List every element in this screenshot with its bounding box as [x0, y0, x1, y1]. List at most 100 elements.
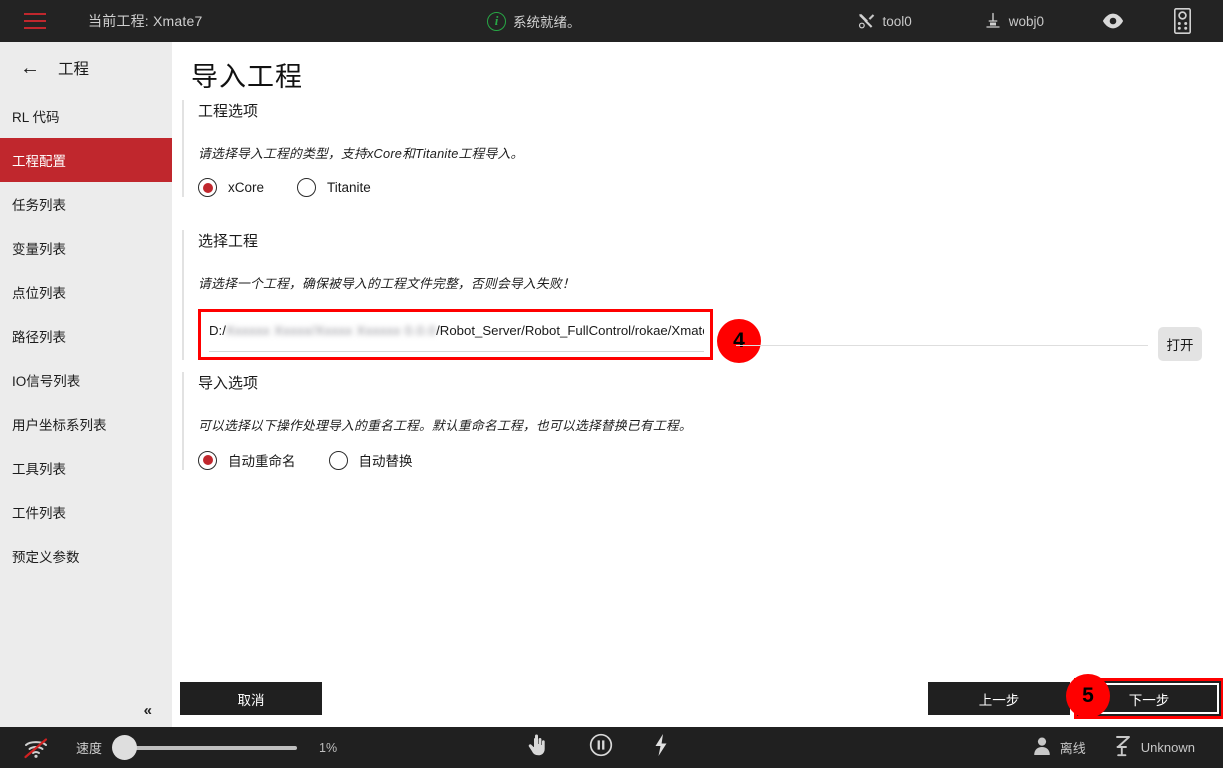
speed-label: 速度	[76, 741, 103, 756]
info-circle-icon: i	[487, 11, 506, 31]
annotation-badge-4: 4	[717, 319, 761, 363]
sidebar-item-label: 路径列表	[12, 330, 66, 345]
radio-label: 自动替换	[358, 454, 413, 469]
pause-button[interactable]	[589, 733, 613, 762]
sidebar-item-predefined-params[interactable]: 预定义参数	[0, 534, 172, 578]
page-title: 导入工程	[191, 62, 303, 92]
sidebar-item-label: 变量列表	[12, 242, 66, 257]
slider-knob[interactable]	[112, 735, 138, 760]
wifi-off-icon[interactable]	[22, 736, 50, 760]
jog-hand-button[interactable]	[527, 734, 547, 761]
open-file-button[interactable]: 打开	[1158, 327, 1202, 361]
visibility-toggle[interactable]	[1092, 0, 1134, 42]
section-hint: 请选择一个工程，确保被导入的工程文件完整，否则会导入失败！	[198, 276, 575, 291]
power-button[interactable]	[653, 733, 669, 762]
radio-option-titanite[interactable]: Titanite	[297, 178, 371, 197]
speed-value: 1%	[319, 740, 338, 755]
project-type-radio-group: xCore Titanite	[198, 178, 524, 197]
section-select-project: 选择工程 请选择一个工程，确保被导入的工程文件完整，否则会导入失败！ D:/Xx…	[182, 230, 1212, 363]
sidebar-item-project-config[interactable]: 工程配置	[0, 138, 172, 182]
user-status[interactable]: 离线	[1019, 736, 1100, 759]
tool-selector[interactable]: tool0	[847, 0, 921, 42]
robot-status-label: Unknown	[1140, 740, 1195, 755]
tool-icon	[857, 12, 875, 30]
current-project-label: 当前工程: Xmate7	[88, 13, 203, 29]
main-content: 导入工程 工程选项 请选择导入工程的类型，支持xCore和Titanite工程导…	[172, 42, 1223, 727]
speed-slider[interactable]	[112, 735, 298, 760]
section-hint: 可以选择以下操作处理导入的重名工程。默认重命名工程，也可以选择替换已有工程。	[198, 418, 692, 433]
system-status-text: 系统就绪。	[513, 15, 581, 30]
sidebar-item-variable-list[interactable]: 变量列表	[0, 226, 172, 270]
sidebar-item-label: IO信号列表	[12, 374, 81, 389]
workobject-icon	[984, 12, 1002, 30]
section-title: 工程选项	[198, 103, 259, 120]
tool-label: tool0	[882, 13, 912, 29]
import-mode-radio-group: 自动重命名 自动替换	[198, 450, 692, 470]
project-path-input[interactable]: D:/Xxxxxx Xxxxx/Xxxxx Xxxxxx 0.0.0/Robot…	[209, 321, 704, 352]
section-import-options: 导入选项 可以选择以下操作处理导入的重名工程。默认重命名工程，也可以选择替换已有…	[182, 372, 692, 470]
radio-icon-unselected[interactable]	[328, 450, 348, 470]
annotation-badge-5: 5	[1066, 674, 1110, 718]
radio-icon-selected[interactable]	[198, 178, 217, 197]
workobject-label: wobj0	[1008, 13, 1044, 29]
sidebar-back-header[interactable]: ← 工程	[0, 42, 172, 94]
section-hint: 请选择导入工程的类型，支持xCore和Titanite工程导入。	[198, 146, 524, 161]
lightning-icon	[653, 733, 669, 762]
back-arrow-icon[interactable]: ←	[20, 58, 40, 78]
sidebar-title: 工程	[58, 61, 90, 78]
previous-step-button[interactable]: 上一步	[928, 682, 1070, 715]
top-bar: 当前工程: Xmate7 i 系统就绪。 tool0 wobj0	[0, 0, 1223, 42]
sidebar-item-label: 用户坐标系列表	[12, 418, 107, 433]
status-bar-right-group: 离线 Unknown	[1019, 727, 1223, 768]
section-title: 选择工程	[198, 233, 259, 250]
pause-icon	[589, 733, 613, 762]
sidebar-item-workpiece-list[interactable]: 工件列表	[0, 490, 172, 534]
user-icon	[1033, 736, 1051, 759]
path-suffix: /Robot_Server/Robot_FullControl/rokae/Xm…	[436, 323, 704, 338]
radio-label: Titanite	[327, 180, 371, 195]
hamburger-menu-icon[interactable]	[24, 13, 46, 29]
section-title: 导入选项	[198, 375, 259, 392]
path-redacted-segment: Xxxxxx Xxxxx/Xxxxx Xxxxxx 0.0.0	[225, 323, 437, 338]
path-field-underline	[736, 345, 1148, 346]
sidebar-item-label: 工程配置	[12, 154, 66, 169]
workobject-selector[interactable]: wobj0	[974, 0, 1054, 42]
sidebar-item-label: 点位列表	[12, 286, 66, 301]
radio-icon-unselected[interactable]	[297, 178, 317, 197]
project-path-row: D:/Xxxxxx Xxxxx/Xxxxx Xxxxxx 0.0.0/Robot…	[198, 309, 1212, 363]
teach-pendant-icon	[1174, 8, 1191, 34]
eye-icon	[1102, 13, 1124, 29]
radio-option-xcore[interactable]: xCore	[198, 178, 264, 197]
sidebar-item-label: 任务列表	[12, 198, 66, 213]
sidebar: ← 工程 RL 代码 工程配置 任务列表 变量列表 点位列表 路径列表 IO信号…	[0, 42, 172, 727]
sidebar-item-label: 工件列表	[12, 506, 66, 521]
system-status: i 系统就绪。	[487, 0, 581, 42]
cancel-button[interactable]: 取消	[180, 682, 322, 715]
sidebar-item-label: 工具列表	[12, 462, 66, 477]
robot-icon	[1114, 735, 1132, 760]
radio-label: 自动重命名	[228, 454, 296, 469]
sidebar-item-user-frame-list[interactable]: 用户坐标系列表	[0, 402, 172, 446]
radio-option-auto-rename[interactable]: 自动重命名	[198, 450, 296, 470]
sidebar-item-task-list[interactable]: 任务列表	[0, 182, 172, 226]
section-project-options: 工程选项 请选择导入工程的类型，支持xCore和Titanite工程导入。 xC…	[182, 100, 524, 197]
user-status-label: 离线	[1059, 741, 1086, 756]
application-window: 当前工程: Xmate7 i 系统就绪。 tool0 wobj0 ← 工程 RL…	[0, 0, 1223, 768]
project-path-highlight-box: D:/Xxxxxx Xxxxx/Xxxxx Xxxxxx 0.0.0/Robot…	[198, 309, 713, 360]
sidebar-item-path-list[interactable]: 路径列表	[0, 314, 172, 358]
sidebar-item-io-signal-list[interactable]: IO信号列表	[0, 358, 172, 402]
teach-pendant-button[interactable]	[1164, 0, 1201, 42]
sidebar-item-rl-code[interactable]: RL 代码	[0, 94, 172, 138]
robot-status[interactable]: Unknown	[1100, 735, 1223, 760]
sidebar-item-label: RL 代码	[12, 110, 60, 125]
sidebar-item-label: 预定义参数	[12, 550, 80, 565]
radio-icon-selected[interactable]	[198, 450, 217, 470]
radio-option-auto-replace[interactable]: 自动替换	[328, 450, 413, 470]
sidebar-item-point-list[interactable]: 点位列表	[0, 270, 172, 314]
sidebar-item-tool-list[interactable]: 工具列表	[0, 446, 172, 490]
status-bar: 速度 1% 离线 Unknown	[0, 727, 1223, 768]
top-bar-right-group: tool0 wobj0	[847, 0, 1223, 42]
radio-label: xCore	[228, 180, 265, 195]
sidebar-collapse-icon[interactable]: «	[144, 702, 152, 719]
path-prefix: D:/	[209, 323, 226, 338]
